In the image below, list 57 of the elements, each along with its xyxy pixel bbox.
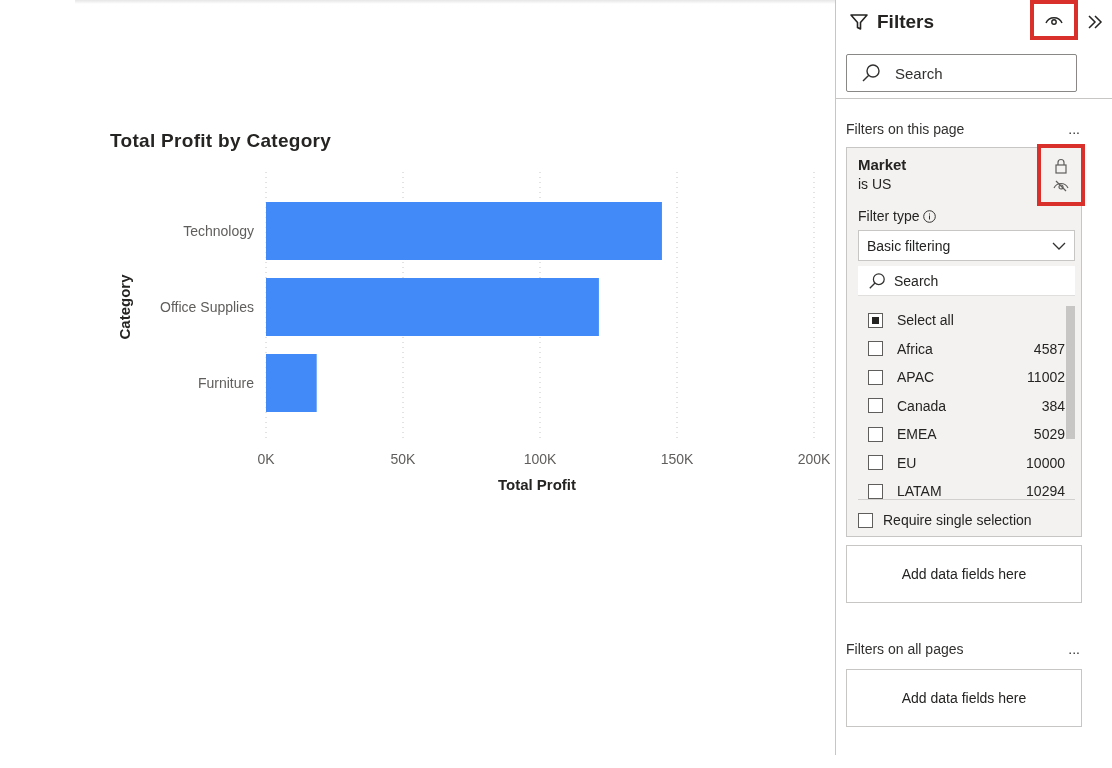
bar bbox=[266, 354, 317, 412]
filter-summary: is US bbox=[858, 176, 892, 192]
search-field[interactable]: Search bbox=[858, 266, 1075, 296]
item-label: Select all bbox=[897, 312, 955, 329]
item-label: EU bbox=[897, 454, 918, 471]
checkbox[interactable] bbox=[858, 512, 873, 528]
section-label: Filters on this page bbox=[846, 121, 965, 137]
checkbox[interactable] bbox=[868, 483, 883, 499]
search-icon bbox=[861, 63, 881, 83]
item-label: LATAM bbox=[897, 483, 943, 499]
category-label: Office Supplies bbox=[160, 299, 254, 315]
checkbox[interactable] bbox=[868, 398, 883, 414]
info-icon[interactable] bbox=[923, 209, 937, 223]
item-count: 10294 bbox=[1026, 483, 1065, 499]
checkbox[interactable] bbox=[868, 312, 883, 328]
collapse-icon[interactable] bbox=[1086, 13, 1104, 31]
item-count: 384 bbox=[1041, 397, 1065, 414]
item-count: 10000 bbox=[1026, 454, 1065, 471]
x-axis-title: Total Profit bbox=[498, 476, 576, 493]
tick-label: 100K bbox=[523, 451, 557, 467]
item-count: 11002 bbox=[1027, 369, 1065, 386]
item-count: 5029 bbox=[1033, 426, 1065, 443]
pane-title: Filters bbox=[877, 11, 936, 33]
item-count: 4587 bbox=[1033, 340, 1065, 357]
checkbox-label: Require single selection bbox=[883, 512, 1032, 528]
category-label: Technology bbox=[183, 223, 254, 239]
tick-label: 0K bbox=[257, 451, 275, 467]
checkbox[interactable] bbox=[868, 426, 883, 442]
eye-off-icon[interactable] bbox=[1053, 180, 1069, 192]
y-axis-title: Category bbox=[116, 274, 133, 340]
item-label: Canada bbox=[897, 397, 948, 414]
drop-zone[interactable]: Add data fields here bbox=[846, 669, 1082, 727]
lock-icon[interactable] bbox=[1054, 158, 1068, 174]
tick-label: 50K bbox=[390, 451, 416, 467]
item-label: EMEA bbox=[897, 426, 938, 443]
scrollbar[interactable] bbox=[1066, 306, 1075, 439]
filter-icon bbox=[849, 12, 869, 32]
search-field[interactable]: Search bbox=[846, 54, 1077, 92]
checkbox[interactable] bbox=[868, 341, 883, 357]
item-label: Africa bbox=[897, 340, 934, 357]
section-label: Filters on all pages bbox=[846, 641, 964, 657]
tick-label: 200K bbox=[797, 451, 830, 467]
more-options[interactable]: ... bbox=[1068, 641, 1080, 657]
category-label: Furniture bbox=[197, 375, 254, 391]
filter-field-name: Market bbox=[858, 156, 907, 173]
filter-type-label: Filter type bbox=[858, 208, 920, 224]
tick-label: 150K bbox=[660, 451, 694, 467]
checkbox[interactable] bbox=[868, 455, 883, 471]
checkbox[interactable] bbox=[868, 369, 883, 385]
search-icon bbox=[868, 271, 886, 290]
eye-icon[interactable] bbox=[1045, 14, 1063, 26]
chevron-down-icon bbox=[1052, 241, 1066, 250]
filter-type-dropdown[interactable]: Basic filtering bbox=[858, 230, 1075, 261]
item-label: APAC bbox=[897, 369, 936, 386]
chart-title: Total Profit by Category bbox=[110, 130, 333, 152]
more-options[interactable]: ... bbox=[1068, 121, 1080, 137]
drop-zone[interactable]: Add data fields here bbox=[846, 545, 1082, 603]
